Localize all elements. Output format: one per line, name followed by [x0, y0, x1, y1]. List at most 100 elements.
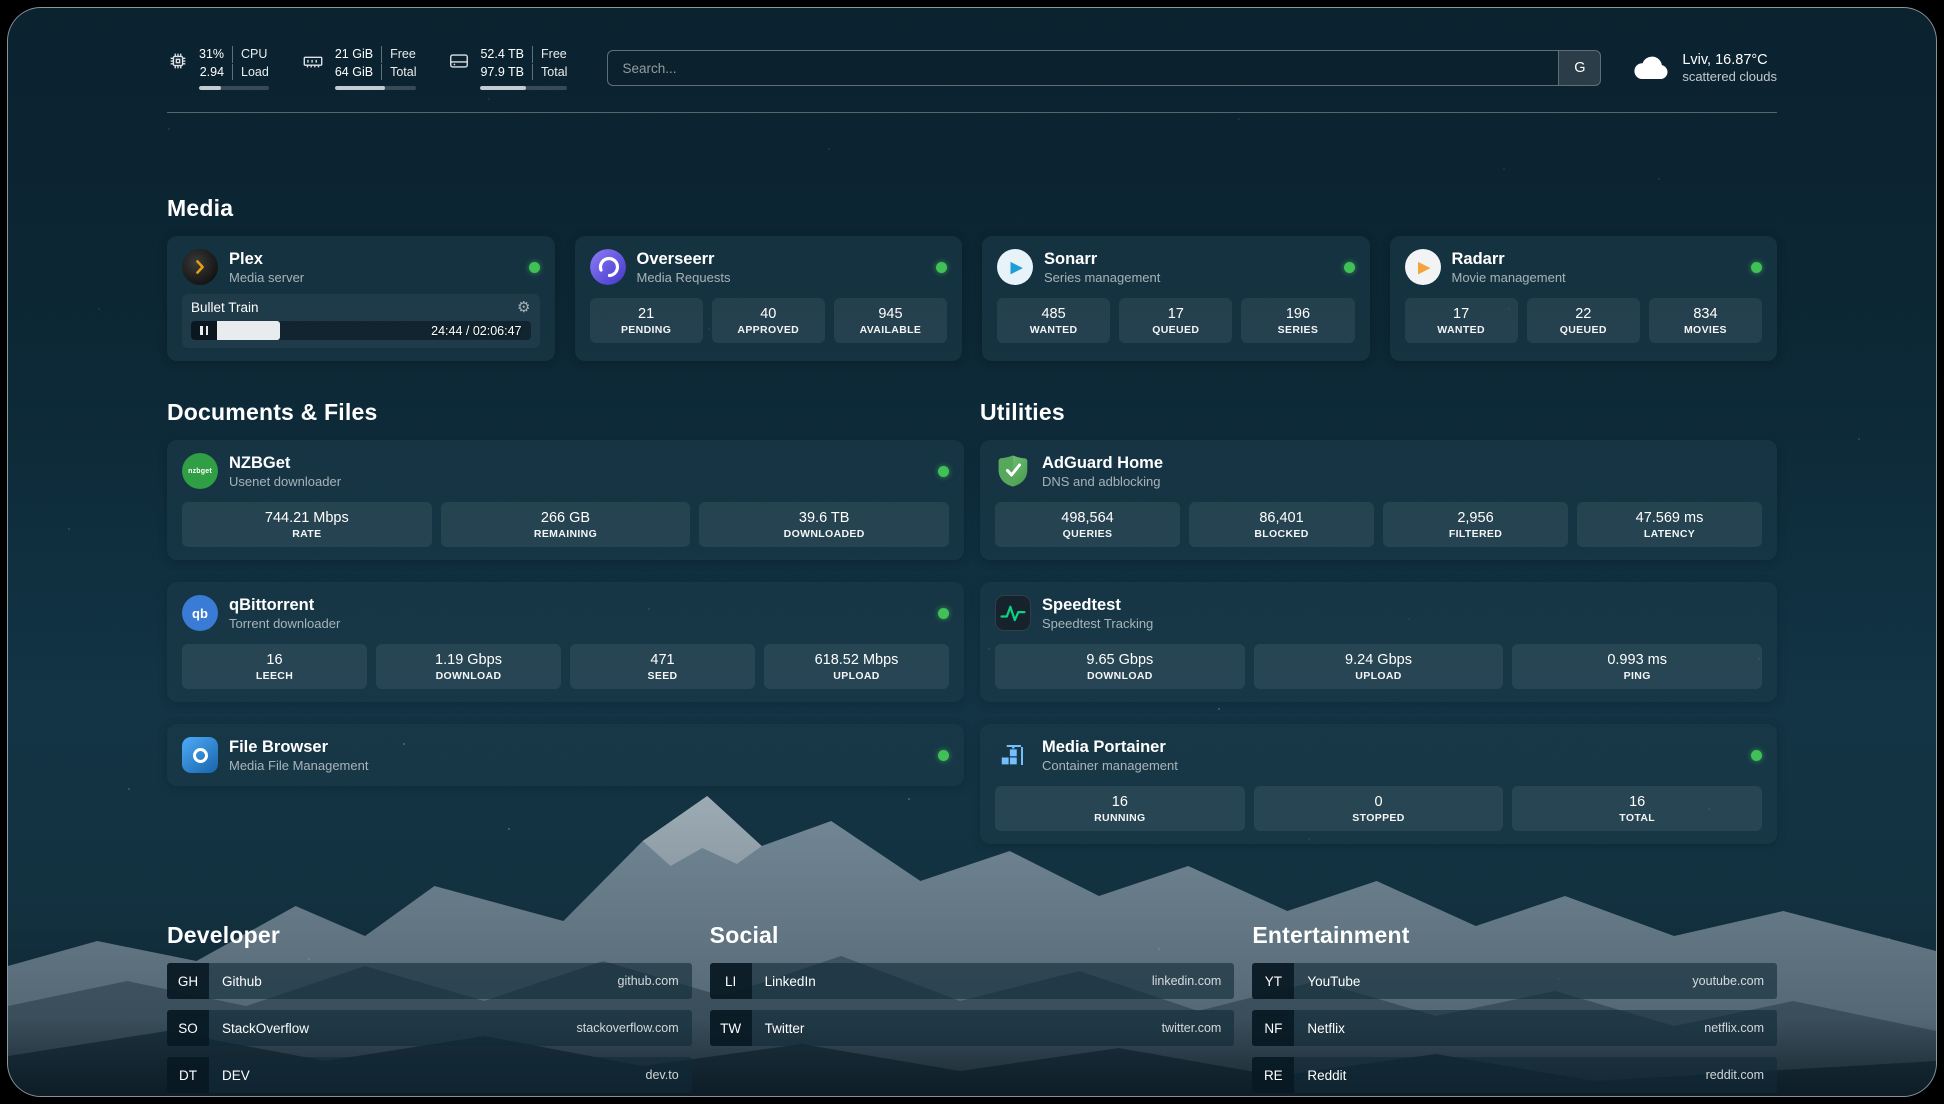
qbittorrent-link[interactable]: qBittorrent Torrent downloader: [229, 596, 340, 631]
bookmark-twitter[interactable]: TW Twitter twitter.com: [710, 1010, 1235, 1046]
service-name: Media Portainer: [1042, 738, 1178, 757]
stat-label: UPLOAD: [768, 670, 945, 682]
status-online-dot: [938, 750, 949, 761]
bookmark-linkedin[interactable]: LI LinkedIn linkedin.com: [710, 963, 1235, 999]
plex-icon[interactable]: [182, 249, 218, 285]
bookmark-dev[interactable]: DT DEV dev.to: [167, 1057, 692, 1093]
portainer-link[interactable]: Media Portainer Container management: [1042, 738, 1178, 773]
search-engine-button[interactable]: G: [1558, 51, 1600, 85]
search-input[interactable]: [608, 51, 1558, 85]
bookmark-abbr: DT: [167, 1057, 209, 1093]
radarr-icon[interactable]: ▶: [1405, 249, 1441, 285]
disk-total-value: 97.9 TB: [480, 64, 524, 81]
radarr-link[interactable]: Radarr Movie management: [1452, 250, 1566, 285]
stat-label: SEED: [574, 670, 751, 682]
stat-value: 945: [838, 306, 943, 322]
speedtest-link[interactable]: Speedtest Speedtest Tracking: [1042, 596, 1153, 631]
qbittorrent-icon[interactable]: qb: [182, 595, 218, 631]
plex-link[interactable]: Plex Media server: [229, 250, 304, 285]
section-developer: Developer GH Github github.com SO StackO…: [167, 922, 692, 1097]
stat-tile: 0 STOPPED: [1254, 786, 1504, 831]
section-title-social: Social: [710, 922, 1235, 949]
cpu-progress-fill: [199, 86, 221, 90]
stat-tile: 9.24 Gbps UPLOAD: [1254, 644, 1504, 689]
stat-tile: 471 SEED: [570, 644, 755, 689]
stat-tile: 17 WANTED: [1405, 298, 1518, 343]
bookmark-url: dev.to: [646, 1068, 679, 1082]
weather-widget[interactable]: Lviv, 16.87°C scattered clouds: [1631, 52, 1777, 84]
cloud-icon: [1631, 53, 1671, 83]
disk-progress-fill: [480, 86, 525, 90]
now-playing-title: Bullet Train: [191, 300, 259, 315]
portainer-card: Media Portainer Container management 16 …: [980, 724, 1777, 844]
service-desc: Media Requests: [637, 270, 731, 285]
service-name: AdGuard Home: [1042, 454, 1163, 473]
stat-value: 9.24 Gbps: [1258, 652, 1500, 668]
play-glyph: ▶: [1418, 258, 1430, 276]
section-entertainment: Entertainment YT YouTube youtube.com NF …: [1252, 922, 1777, 1097]
adguard-icon[interactable]: [995, 453, 1031, 489]
service-name: Radarr: [1452, 250, 1566, 269]
qbittorrent-card: qb qBittorrent Torrent downloader 16 LEE…: [167, 582, 964, 702]
stat-tile: 16 TOTAL: [1512, 786, 1762, 831]
weather-condition: scattered clouds: [1682, 69, 1777, 84]
bookmark-url: stackoverflow.com: [577, 1021, 679, 1035]
bookmark-reddit[interactable]: RE Reddit reddit.com: [1252, 1057, 1777, 1093]
bookmark-url: reddit.com: [1706, 1068, 1764, 1082]
service-stats: 9.65 Gbps DOWNLOAD 9.24 Gbps UPLOAD 0.99…: [995, 644, 1762, 689]
gear-icon[interactable]: ⚙: [517, 300, 530, 315]
bookmark-abbr: SO: [167, 1010, 209, 1046]
stat-tile: 1.19 Gbps DOWNLOAD: [376, 644, 561, 689]
stat-tile: 40 APPROVED: [712, 298, 825, 343]
bookmark-name: YouTube: [1307, 974, 1360, 989]
service-stats: 744.21 Mbps RATE 266 GB REMAINING 39.6 T…: [182, 502, 949, 547]
speedtest-icon[interactable]: [995, 595, 1031, 631]
memory-total-value: 64 GiB: [335, 64, 373, 81]
playback-progress-bar[interactable]: 24:44 / 02:06:47: [191, 321, 531, 340]
overseerr-link[interactable]: Overseerr Media Requests: [637, 250, 731, 285]
stat-label: LATENCY: [1581, 528, 1758, 540]
bookmark-netflix[interactable]: NF Netflix netflix.com: [1252, 1010, 1777, 1046]
stat-tile: 2,956 FILTERED: [1383, 502, 1568, 547]
section-social: Social LI LinkedIn linkedin.com TW Twitt…: [710, 922, 1235, 1057]
stat-value: 744.21 Mbps: [186, 510, 428, 526]
memory-free-label: Free: [381, 46, 416, 63]
stat-value: 22: [1531, 306, 1636, 322]
stat-tile: 21 PENDING: [590, 298, 703, 343]
filebrowser-icon[interactable]: [182, 737, 218, 773]
section-title-utilities: Utilities: [980, 399, 1777, 426]
stat-tile: 47.569 ms LATENCY: [1577, 502, 1762, 547]
nzbget-link[interactable]: NZBGet Usenet downloader: [229, 454, 341, 489]
speedtest-card: Speedtest Speedtest Tracking 9.65 Gbps D…: [980, 582, 1777, 702]
bookmark-stackoverflow[interactable]: SO StackOverflow stackoverflow.com: [167, 1010, 692, 1046]
header-divider: [167, 112, 1777, 113]
memory-progress-track: [335, 86, 417, 90]
service-desc: DNS and adblocking: [1042, 474, 1163, 489]
status-online-dot: [936, 262, 947, 273]
stat-label: LEECH: [186, 670, 363, 682]
adguard-link[interactable]: AdGuard Home DNS and adblocking: [1042, 454, 1163, 489]
system-widgets: 31% CPU 2.94 Load: [167, 46, 567, 90]
sonarr-card: ▶ Sonarr Series management 485 WANTED: [982, 236, 1370, 361]
stat-label: AVAILABLE: [838, 324, 943, 336]
nzbget-icon[interactable]: nzbget: [182, 453, 218, 489]
service-desc: Speedtest Tracking: [1042, 616, 1153, 631]
filebrowser-card: File Browser Media File Management: [167, 724, 964, 786]
pause-button[interactable]: [191, 321, 217, 340]
sonarr-icon[interactable]: ▶: [997, 249, 1033, 285]
overseerr-icon[interactable]: [590, 249, 626, 285]
status-online-dot: [938, 608, 949, 619]
bookmark-github[interactable]: GH Github github.com: [167, 963, 692, 999]
stat-tile: 17 QUEUED: [1119, 298, 1232, 343]
filebrowser-link[interactable]: File Browser Media File Management: [229, 738, 368, 773]
stat-tile: 196 SERIES: [1241, 298, 1354, 343]
search-bar: G: [607, 50, 1601, 86]
stat-label: REMAINING: [445, 528, 687, 540]
bookmark-youtube[interactable]: YT YouTube youtube.com: [1252, 963, 1777, 999]
bookmark-name: Github: [222, 974, 262, 989]
bookmark-name: Reddit: [1307, 1068, 1346, 1083]
sonarr-link[interactable]: Sonarr Series management: [1044, 250, 1160, 285]
portainer-icon[interactable]: [995, 737, 1031, 773]
stat-value: 21: [594, 306, 699, 322]
stat-tile: 0.993 ms PING: [1512, 644, 1762, 689]
